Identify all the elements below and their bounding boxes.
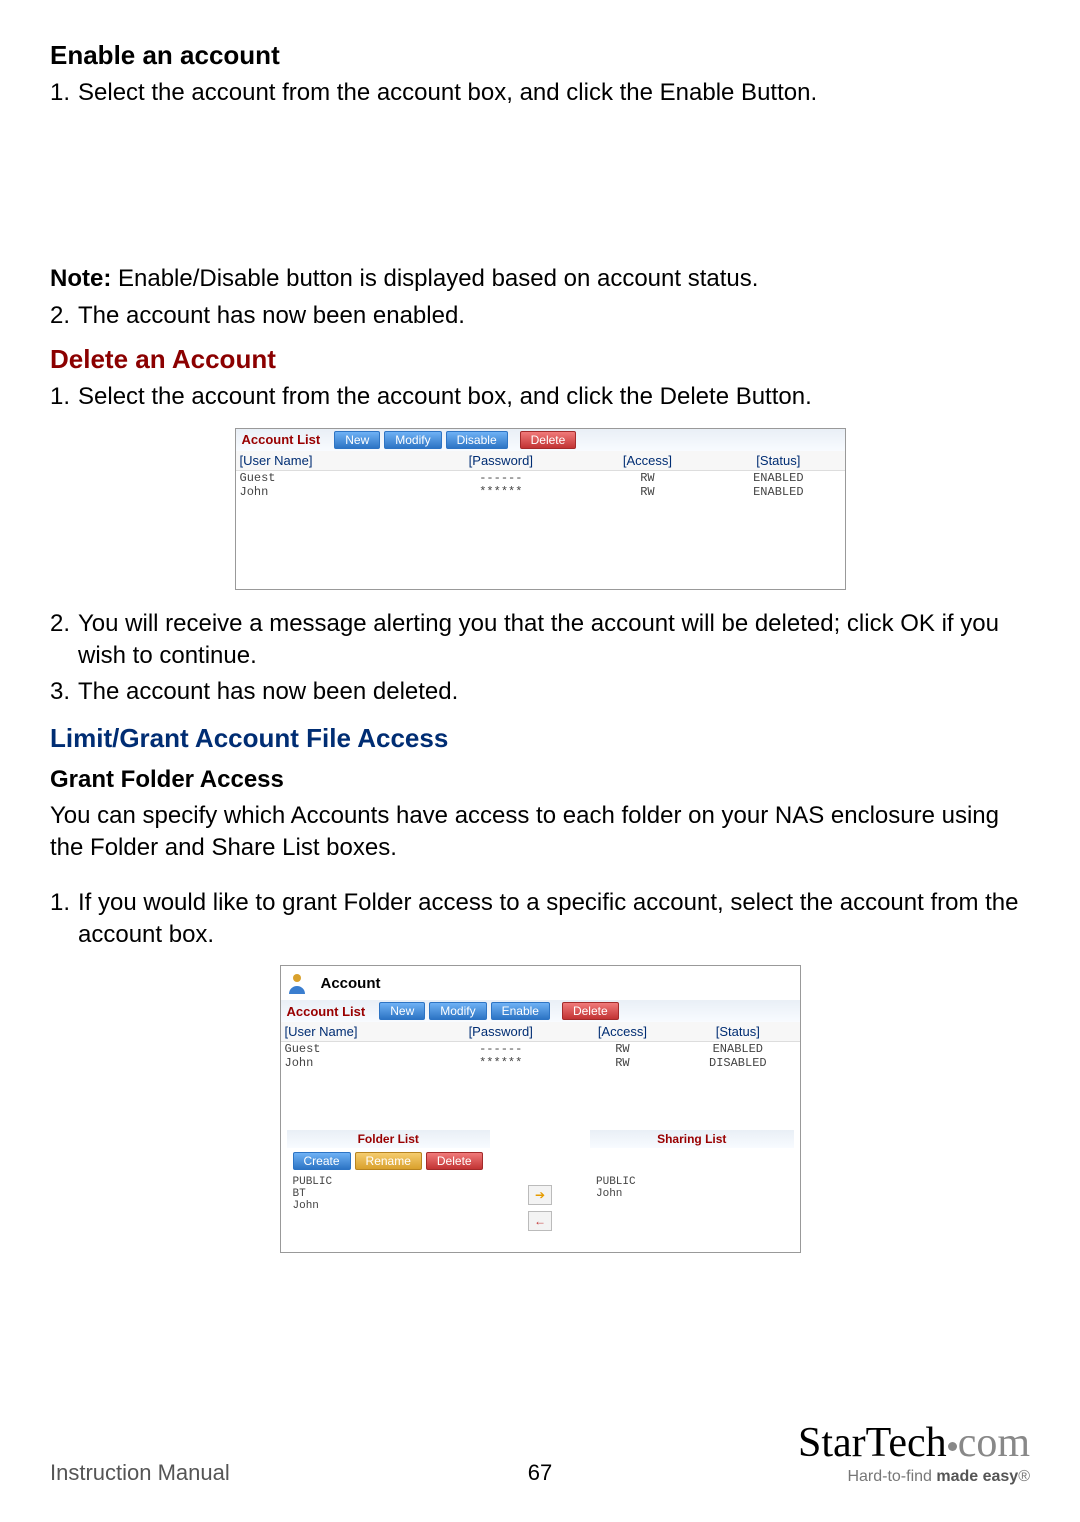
enable-button[interactable]: Enable xyxy=(491,1002,550,1020)
note-label: Note: xyxy=(50,265,111,292)
brand-tagline: Hard-to-find made easy® xyxy=(798,1468,1030,1486)
sharing-list-label: Sharing List xyxy=(590,1130,794,1148)
table-row[interactable]: John ****** RW DISABLED xyxy=(281,1056,800,1070)
footer-left: Instruction Manual xyxy=(50,1460,230,1486)
delete-button[interactable]: Delete xyxy=(562,1002,619,1020)
toolbar: Account List New Modify Disable Delete xyxy=(236,429,845,451)
sharing-listbox[interactable]: PUBLIC John xyxy=(590,1174,794,1252)
new-button[interactable]: New xyxy=(379,1002,425,1020)
col-pass: [Password] xyxy=(433,1022,569,1042)
page-number: 67 xyxy=(528,1460,552,1486)
col-access: [Access] xyxy=(569,1022,676,1042)
brand-block: StarTechcom Hard-to-find made easy® xyxy=(798,1422,1030,1486)
col-user: [User Name] xyxy=(236,451,419,471)
sharing-list-panel: Sharing List PUBLIC John xyxy=(590,1130,794,1252)
folder-list-label: Folder List xyxy=(287,1130,491,1148)
account-list-label: Account List xyxy=(287,1004,366,1019)
list-item[interactable]: PUBLIC xyxy=(596,1176,788,1188)
create-button[interactable]: Create xyxy=(293,1152,351,1170)
panel-header-label: Account xyxy=(321,975,381,992)
heading-limit: Limit/Grant Account File Access xyxy=(50,723,1030,754)
col-status: [Status] xyxy=(712,451,844,471)
person-icon xyxy=(287,972,307,994)
folder-delete-button[interactable]: Delete xyxy=(426,1152,483,1170)
delete-step-1: 1.Select the account from the account bo… xyxy=(50,381,1030,413)
account-list-label: Account List xyxy=(242,432,321,447)
brand-logo: StarTechcom xyxy=(798,1422,1030,1464)
spacer xyxy=(50,113,1030,263)
panel-header: Account xyxy=(281,966,800,1000)
folder-listbox[interactable]: PUBLIC BT John xyxy=(287,1174,491,1252)
new-button[interactable]: New xyxy=(334,431,380,449)
heading-grant: Grant Folder Access xyxy=(50,766,1030,794)
delete-button[interactable]: Delete xyxy=(520,431,577,449)
move-left-button[interactable]: ← xyxy=(528,1211,552,1231)
col-pass: [Password] xyxy=(419,451,583,471)
list-item[interactable]: John xyxy=(293,1200,485,1212)
page-footer: Instruction Manual 67 StarTechcom Hard-t… xyxy=(50,1422,1030,1486)
note-text: Enable/Disable button is displayed based… xyxy=(111,265,758,292)
list-item[interactable]: PUBLIC xyxy=(293,1176,485,1188)
account-table: [User Name] [Password] [Access] [Status]… xyxy=(236,451,845,589)
modify-button[interactable]: Modify xyxy=(429,1002,486,1020)
enable-step-2: 2.The account has now been enabled. xyxy=(50,300,1030,332)
list-item[interactable]: BT xyxy=(293,1188,485,1200)
toolbar: Account List New Modify Enable Delete xyxy=(281,1000,800,1022)
lower-lists: Folder List Create Rename Delete PUBLIC … xyxy=(281,1130,800,1252)
delete-step-2: 2.You will receive a message alerting yo… xyxy=(50,608,1030,673)
col-access: [Access] xyxy=(583,451,712,471)
heading-enable: Enable an account xyxy=(50,40,1030,71)
account-list-screenshot-1: Account List New Modify Disable Delete [… xyxy=(235,428,846,590)
move-right-button[interactable]: ➔ xyxy=(528,1185,552,1205)
modify-button[interactable]: Modify xyxy=(384,431,441,449)
note-line: Note: Enable/Disable button is displayed… xyxy=(50,263,1030,295)
account-table: [User Name] [Password] [Access] [Status]… xyxy=(281,1022,800,1130)
delete-step-3: 3.The account has now been deleted. xyxy=(50,676,1030,708)
account-panel-screenshot-2: Account Account List New Modify Enable D… xyxy=(280,965,801,1253)
enable-step-1: 1.Select the account from the account bo… xyxy=(50,77,1030,109)
folder-list-panel: Folder List Create Rename Delete PUBLIC … xyxy=(287,1130,491,1252)
col-user: [User Name] xyxy=(281,1022,433,1042)
table-row[interactable]: John ****** RW ENABLED xyxy=(236,485,845,499)
list-item[interactable]: John xyxy=(596,1188,788,1200)
rename-button[interactable]: Rename xyxy=(355,1152,422,1170)
grant-step-1: 1.If you would like to grant Folder acce… xyxy=(50,887,1030,952)
table-row[interactable]: Guest ------ RW ENABLED xyxy=(236,470,845,485)
heading-delete: Delete an Account xyxy=(50,344,1030,375)
col-status: [Status] xyxy=(676,1022,799,1042)
grant-intro: You can specify which Accounts have acce… xyxy=(50,800,1030,865)
dot-icon xyxy=(948,1442,957,1451)
move-buttons: ➔ ← xyxy=(528,1130,552,1252)
table-row[interactable]: Guest ------ RW ENABLED xyxy=(281,1042,800,1057)
disable-button[interactable]: Disable xyxy=(446,431,508,449)
